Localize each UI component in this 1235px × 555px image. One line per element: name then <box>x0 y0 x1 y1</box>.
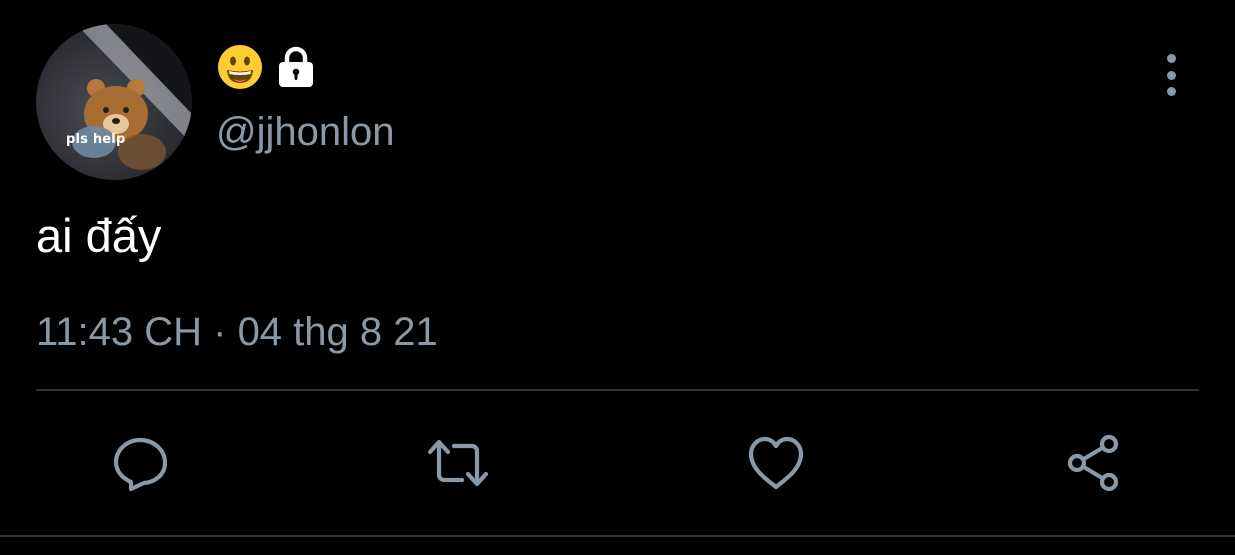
more-dot-icon <box>1166 54 1176 63</box>
grinning-face-emoji-icon <box>218 45 262 89</box>
lock-icon <box>279 46 313 87</box>
tweet-text: ai đấy <box>36 209 162 262</box>
more-options-button[interactable] <box>1156 54 1186 96</box>
heart-icon <box>748 436 804 490</box>
retweet-button[interactable] <box>427 432 489 494</box>
avatar-image <box>72 24 192 170</box>
bottom-divider <box>0 535 1235 537</box>
like-button[interactable] <box>745 432 807 494</box>
tweet-timestamp[interactable]: 11:43 CH · 04 thg 8 21 <box>36 310 438 355</box>
avatar-caption: pls help <box>66 132 126 147</box>
more-dot-icon <box>1166 87 1176 96</box>
share-button[interactable] <box>1063 432 1125 494</box>
share-icon <box>1067 434 1119 492</box>
retweet-icon <box>427 439 489 487</box>
user-handle[interactable]: @jjhonlon <box>216 110 395 155</box>
display-name[interactable] <box>216 42 318 92</box>
divider <box>36 389 1199 391</box>
reply-icon <box>113 437 168 492</box>
avatar[interactable]: pls help <box>36 24 192 180</box>
reply-button[interactable] <box>110 432 172 494</box>
more-dot-icon <box>1166 70 1176 80</box>
